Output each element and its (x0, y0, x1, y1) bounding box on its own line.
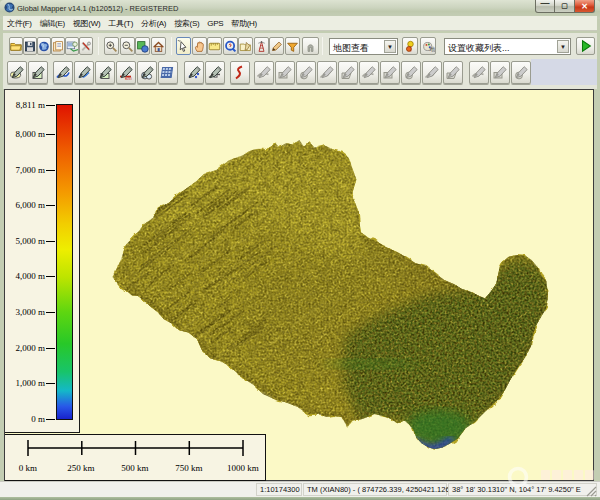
svg-text:地: 地 (429, 46, 435, 52)
